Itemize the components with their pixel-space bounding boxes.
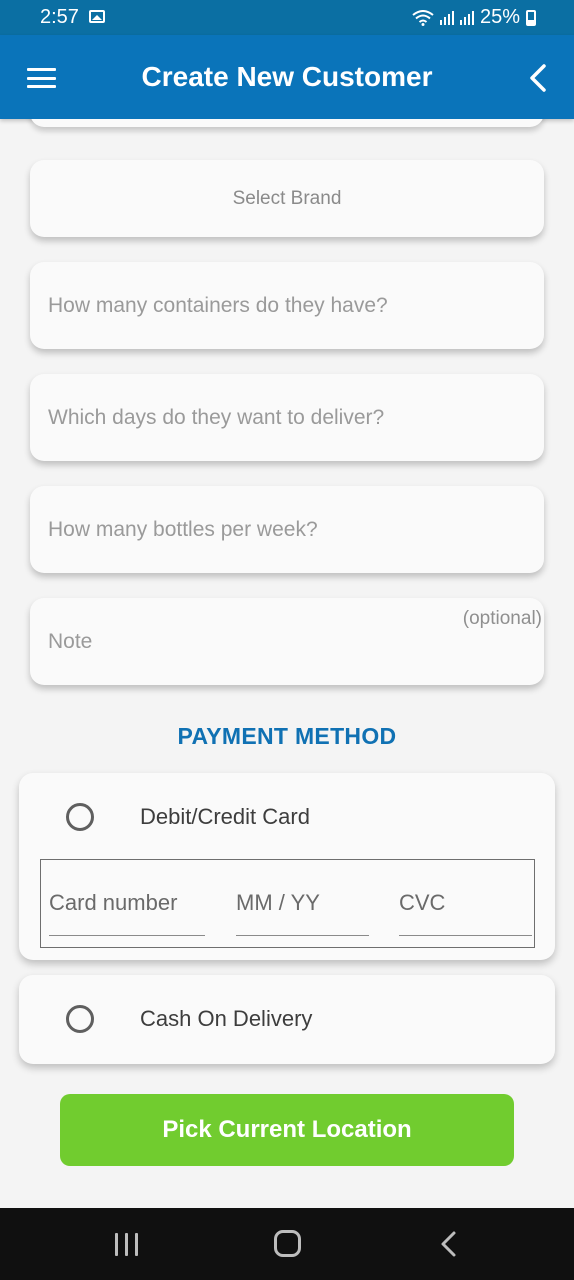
note-placeholder: Note — [48, 629, 93, 653]
card-payment-option[interactable]: Debit/Credit Card Card number MM / YY CV… — [19, 773, 555, 960]
wifi-icon — [412, 9, 434, 26]
card-number-input[interactable]: Card number — [49, 860, 205, 936]
optional-hint: (optional) — [462, 608, 542, 629]
cash-payment-option[interactable]: Cash On Delivery — [19, 975, 555, 1064]
expiry-placeholder: MM / YY — [236, 890, 320, 915]
status-indicators: 25% — [412, 6, 536, 29]
previous-field-card[interactable] — [30, 119, 544, 127]
brand-select[interactable]: Select Brand — [30, 160, 544, 237]
page-title: Create New Customer — [141, 61, 433, 92]
card-radio[interactable] — [66, 803, 94, 831]
recent-apps-icon[interactable] — [115, 1233, 138, 1256]
app-bar: Create New Customer — [0, 35, 574, 119]
back-chevron-icon[interactable] — [524, 63, 554, 93]
form-content[interactable]: Select Brand How many containers do they… — [0, 119, 574, 1208]
card-number-placeholder: Card number — [49, 890, 178, 915]
image-icon — [89, 10, 105, 23]
status-time: 2:57 — [40, 6, 79, 28]
status-bar: 2:57 25% — [0, 0, 574, 35]
payment-method-title: PAYMENT METHOD — [177, 723, 397, 749]
card-input-box: Card number MM / YY CVC — [40, 859, 535, 948]
home-icon[interactable] — [274, 1230, 301, 1257]
bottles-per-week-field[interactable]: How many bottles per week? — [30, 486, 544, 573]
system-nav-bar — [0, 1208, 574, 1280]
cash-option-label: Cash On Delivery — [140, 1006, 313, 1031]
battery-icon — [526, 9, 536, 26]
pick-location-button[interactable]: Pick Current Location — [60, 1094, 514, 1166]
delivery-days-field[interactable]: Which days do they want to deliver? — [30, 374, 544, 461]
battery-percent: 25% — [479, 6, 520, 28]
containers-field[interactable]: How many containers do they have? — [30, 262, 544, 349]
expiry-input[interactable]: MM / YY — [236, 860, 369, 936]
cash-radio[interactable] — [66, 1005, 94, 1033]
card-option-label: Debit/Credit Card — [140, 804, 310, 829]
cvc-input[interactable]: CVC — [399, 860, 532, 936]
delivery-days-placeholder: Which days do they want to deliver? — [48, 405, 385, 429]
brand-select-label: Select Brand — [232, 187, 342, 209]
signal-icon — [459, 10, 474, 25]
bottles-placeholder: How many bottles per week? — [48, 517, 318, 541]
cvc-placeholder: CVC — [399, 890, 446, 915]
containers-placeholder: How many containers do they have? — [48, 293, 388, 317]
signal-icon — [439, 10, 454, 25]
note-field[interactable]: Note (optional) — [30, 598, 544, 685]
back-icon[interactable] — [438, 1230, 460, 1258]
